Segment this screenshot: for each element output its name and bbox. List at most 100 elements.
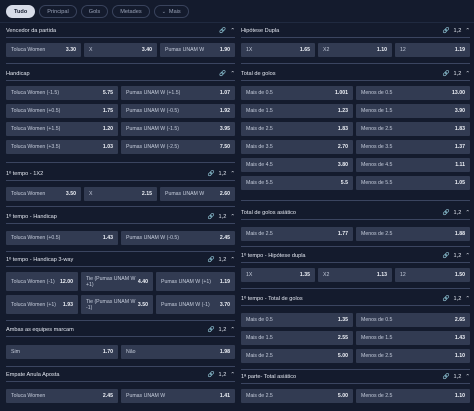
chevron-up-icon[interactable]: ⌃: [230, 257, 235, 263]
odd-value: 2.60: [219, 191, 230, 197]
odd-button[interactable]: Mais de 2.5 1.83: [241, 122, 353, 136]
chevron-up-icon[interactable]: ⌃: [230, 327, 235, 333]
market-1tempo-total: 1º tempo - Total de golos 🔗 1,2 ⌃ Mais de 0…: [241, 294, 470, 363]
link-icon[interactable]: 🔗: [219, 71, 226, 77]
selection-label: X: [89, 47, 93, 53]
market-count: 1,2: [453, 374, 462, 380]
tab-mais[interactable]: ⌄ Mais: [153, 5, 189, 18]
odd-button[interactable]: Sim 1.70: [6, 345, 118, 359]
odd-button[interactable]: Toluca Women 3.30: [6, 43, 81, 57]
odd-button[interactable]: Pumas UNAM W (+1.5) 1.07: [121, 86, 235, 100]
odd-button[interactable]: Menos de 1.5 3.90: [356, 104, 470, 118]
odd-button[interactable]: Pumas UNAM W (-0.5) 1.92: [121, 104, 235, 118]
odd-button[interactable]: 1X 1.35: [241, 268, 315, 282]
chevron-up-icon[interactable]: ⌃: [230, 214, 235, 220]
odd-button[interactable]: Menos de 2.5 1.83: [356, 122, 470, 136]
odd-button[interactable]: Toluca Women (-1) 12.00: [6, 272, 78, 291]
tab-principal[interactable]: Principal: [39, 5, 77, 18]
odd-value: 3.50: [137, 301, 148, 308]
link-icon[interactable]: 🔗: [208, 257, 215, 263]
tab-tudo[interactable]: Tudo: [6, 5, 36, 18]
odd-button[interactable]: Pumas UNAM W (-1) 3.70: [156, 295, 235, 314]
market-1parte-total-asiatico: 1ª parte- Total asiático 🔗 1,2 ⌃ Mais de 2.…: [241, 372, 470, 403]
odd-button[interactable]: Pumas UNAM W (-1.5) 3.95: [121, 122, 235, 136]
odd-button[interactable]: Toluca Women (+0.5) 1.75: [6, 104, 118, 118]
odd-button[interactable]: Pumas UNAM W (-2.5) 7.50: [121, 140, 235, 154]
odd-button[interactable]: Menos de 3.5 1.37: [356, 140, 470, 154]
market-1tempo-hipotese: 1º tempo - Hipótese dupla 🔗 1,2 ⌃ 1X 1.35 X2…: [241, 251, 470, 282]
selection-label: Toluca Women: [11, 393, 46, 399]
chevron-up-icon[interactable]: ⌃: [465, 374, 470, 380]
odd-button[interactable]: Toluca Women (+0.5) 1.43: [6, 231, 118, 245]
link-icon[interactable]: 🔗: [208, 171, 215, 177]
odd-button[interactable]: 1X 1.65: [241, 43, 315, 57]
odd-button[interactable]: Toluca Women 2.45: [6, 389, 118, 403]
odd-button[interactable]: Mais de 3.5 2.70: [241, 140, 353, 154]
odd-button[interactable]: Mais de 4.5 3.80: [241, 158, 353, 172]
odd-button[interactable]: Mais de 1.5 2.55: [241, 331, 353, 345]
chevron-up-icon[interactable]: ⌃: [465, 210, 470, 216]
chevron-up-icon[interactable]: ⌃: [230, 28, 235, 34]
odd-button[interactable]: 12 1.19: [395, 43, 470, 57]
chevron-up-icon[interactable]: ⌃: [465, 28, 470, 34]
odd-button[interactable]: Toluca Women 3.50: [6, 187, 81, 201]
odd-button[interactable]: Menos de 2.5 1.88: [356, 227, 470, 241]
link-icon[interactable]: 🔗: [443, 28, 450, 34]
link-icon[interactable]: 🔗: [219, 28, 226, 34]
odd-button[interactable]: Menos de 2.5 1.10: [356, 389, 470, 403]
odd-button[interactable]: Mais de 5.5 5.5: [241, 176, 353, 190]
odd-button[interactable]: Menos de 2.5 1.10: [356, 349, 470, 363]
chevron-up-icon[interactable]: ⌃: [465, 71, 470, 77]
odd-button[interactable]: Menos de 0.5 13.00: [356, 86, 470, 100]
link-icon[interactable]: 🔗: [208, 214, 215, 220]
market-divider: [241, 200, 470, 201]
odd-button[interactable]: Toluca Women (+3.5) 1.03: [6, 140, 118, 154]
odd-button[interactable]: Menos de 1.5 1.43: [356, 331, 470, 345]
odd-button[interactable]: Mais de 0.5 1.001: [241, 86, 353, 100]
odd-button[interactable]: Mais de 1.5 1.23: [241, 104, 353, 118]
odd-button[interactable]: Toluca Women (+1.5) 1.20: [6, 122, 118, 136]
selection-label: Menos de 2.5: [361, 126, 393, 132]
tab-metades[interactable]: Metades: [112, 5, 150, 18]
selection-label: Menos de 5.5: [361, 180, 393, 186]
odd-button[interactable]: Não 1.98: [121, 345, 235, 359]
odd-value: 1.43: [454, 335, 465, 341]
link-icon[interactable]: 🔗: [443, 71, 450, 77]
link-icon[interactable]: 🔗: [443, 296, 450, 302]
odd-button[interactable]: Toluca Women (+1) 1.93: [6, 295, 78, 314]
odd-button[interactable]: X 3.40: [84, 43, 157, 57]
odd-button[interactable]: Tie (Pumas UNAM W -1) 3.50: [81, 295, 153, 314]
odd-button[interactable]: X 2.15: [84, 187, 157, 201]
chevron-up-icon[interactable]: ⌃: [465, 296, 470, 302]
chevron-up-icon[interactable]: ⌃: [230, 71, 235, 77]
odd-button[interactable]: Pumas UNAM W 1.41: [121, 389, 235, 403]
selection-label: Mais de 1.5: [246, 108, 273, 114]
odd-button[interactable]: Menos de 5.5 1.05: [356, 176, 470, 190]
odd-button[interactable]: X2 1.10: [318, 43, 392, 57]
odd-button[interactable]: Mais de 2.5 5.00: [241, 389, 353, 403]
chevron-up-icon[interactable]: ⌃: [465, 253, 470, 259]
odd-button[interactable]: Pumas UNAM W 1.90: [160, 43, 235, 57]
odd-button[interactable]: Toluca Women (-1.5) 5.75: [6, 86, 118, 100]
odd-button[interactable]: Pumas UNAM W 2.60: [160, 187, 235, 201]
odd-button[interactable]: Menos de 4.5 1.11: [356, 158, 470, 172]
link-icon[interactable]: 🔗: [443, 374, 450, 380]
link-icon[interactable]: 🔗: [443, 210, 450, 216]
odd-button[interactable]: Menos de 0.5 2.65: [356, 313, 470, 327]
link-icon[interactable]: 🔗: [208, 327, 215, 333]
odd-button[interactable]: Mais de 0.5 1.35: [241, 313, 353, 327]
odd-button[interactable]: Mais de 2.5 5.00: [241, 349, 353, 363]
market-title: 1º tempo - Hipótese dupla: [241, 253, 306, 259]
odd-button[interactable]: Pumas UNAM W (-0.5) 2.45: [121, 231, 235, 245]
chevron-up-icon[interactable]: ⌃: [230, 372, 235, 378]
odd-button[interactable]: Tie (Pumas UNAM W +1) 4.40: [81, 272, 153, 291]
selection-label: 1X: [246, 272, 253, 278]
odd-button[interactable]: X2 1.13: [318, 268, 392, 282]
link-icon[interactable]: 🔗: [208, 372, 215, 378]
chevron-up-icon[interactable]: ⌃: [230, 171, 235, 177]
link-icon[interactable]: 🔗: [443, 253, 450, 259]
odd-button[interactable]: Pumas UNAM W (+1) 1.19: [156, 272, 235, 291]
odd-button[interactable]: 12 1.50: [395, 268, 470, 282]
odd-button[interactable]: Mais de 2.5 1.77: [241, 227, 353, 241]
tab-gols[interactable]: Gols: [80, 5, 109, 18]
